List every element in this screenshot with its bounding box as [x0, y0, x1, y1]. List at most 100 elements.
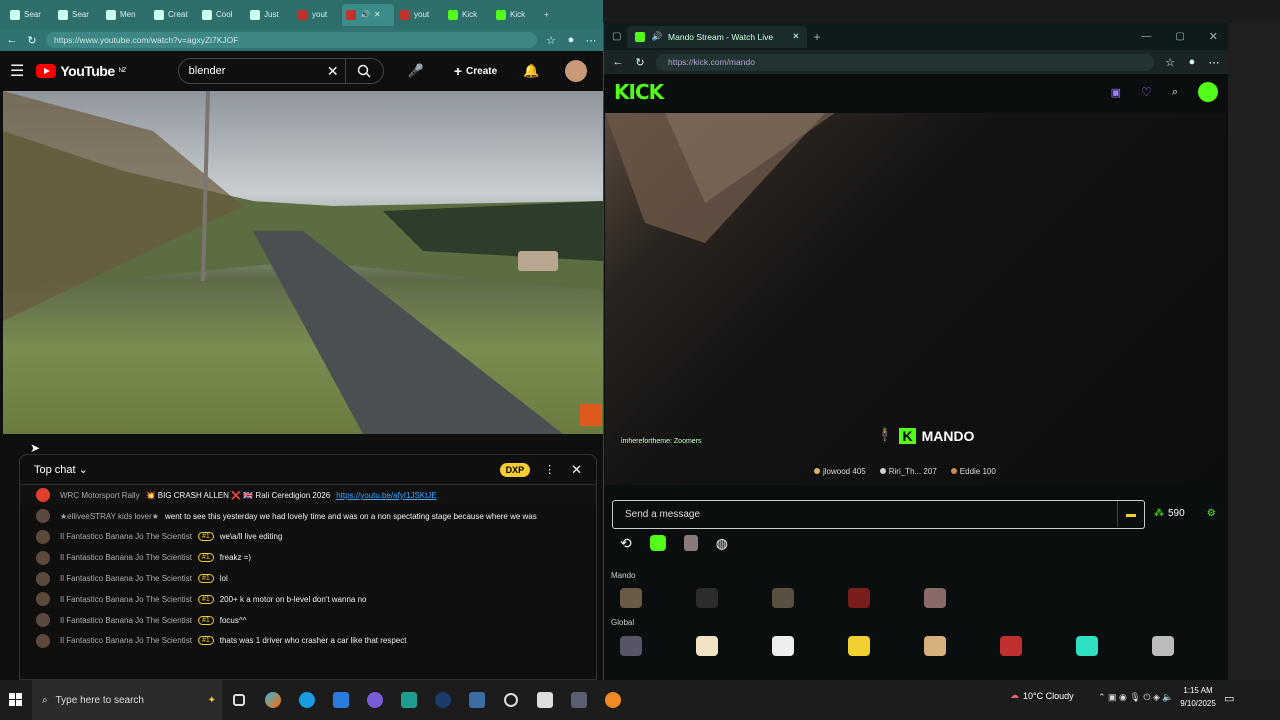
- taskbar-clock[interactable]: 1:15 AM 9/10/2025: [1176, 684, 1220, 710]
- kick-video-player[interactable]: imherefortheme: Zoomers 🕴 K MANDO: [605, 113, 1225, 485]
- chat-message[interactable]: Il Fantastico Banana Jo The Scientist #1 f…: [20, 547, 596, 568]
- tab-1[interactable]: Sear: [6, 4, 52, 26]
- emote-item[interactable]: [924, 636, 946, 656]
- top-chat-dropdown[interactable]: Top chat ⌄: [34, 463, 88, 476]
- kick-emotes-tab-icon[interactable]: [649, 535, 666, 551]
- emote-item[interactable]: [620, 636, 642, 656]
- recent-emotes-icon[interactable]: ⟲: [620, 535, 632, 552]
- tab-actions-icon[interactable]: ▢: [612, 31, 621, 42]
- emote-picker-button[interactable]: ▬: [1117, 501, 1144, 527]
- window-close-icon[interactable]: ✕: [1209, 30, 1218, 43]
- profile-icon[interactable]: ●: [565, 34, 577, 46]
- taskbar-search[interactable]: ⌕ Type here to search ✦: [32, 680, 222, 720]
- youtube-logo[interactable]: YouTube NZ: [36, 63, 126, 79]
- create-button[interactable]: + Create: [454, 63, 497, 79]
- avatar[interactable]: [36, 613, 50, 628]
- emote-item[interactable]: [1000, 636, 1022, 656]
- tab-3[interactable]: Men: [102, 4, 148, 26]
- emote-item[interactable]: [696, 636, 718, 656]
- tab-6[interactable]: Just: [246, 4, 292, 26]
- avatar[interactable]: [1198, 82, 1218, 102]
- maximize-icon[interactable]: ▢: [1175, 31, 1184, 42]
- settings-gear-icon[interactable]: ⚙: [1207, 508, 1216, 519]
- app-icon-chat[interactable]: [562, 680, 596, 720]
- profile-icon[interactable]: ●: [1186, 56, 1198, 68]
- emote-item[interactable]: [1076, 636, 1098, 656]
- task-view-icon[interactable]: [222, 680, 256, 720]
- minimize-icon[interactable]: —: [1141, 31, 1151, 42]
- clear-search-icon[interactable]: ✕: [327, 63, 339, 80]
- avatar[interactable]: [36, 509, 50, 524]
- speaker-icon[interactable]: 🔊: [651, 31, 662, 42]
- avatar[interactable]: [36, 529, 50, 544]
- avatar[interactable]: [36, 550, 50, 565]
- emote-item[interactable]: [696, 588, 718, 608]
- favorites-icon[interactable]: ☆: [545, 34, 557, 47]
- microphone-icon[interactable]: 🎤: [408, 63, 424, 79]
- channel-emotes-tab-icon[interactable]: [683, 535, 698, 551]
- emote-item[interactable]: [1152, 636, 1174, 656]
- emote-item[interactable]: [848, 588, 870, 608]
- emote-item[interactable]: [620, 588, 642, 608]
- more-options-icon[interactable]: ⋮: [544, 463, 555, 476]
- tab-active-youtube[interactable]: 🔊 ✕: [342, 3, 394, 26]
- leaderboard-entry[interactable]: Riri_Th... 207: [879, 467, 937, 476]
- app-icon-white[interactable]: [528, 680, 562, 720]
- app-icon-teal[interactable]: [392, 680, 426, 720]
- leaderboard-entry[interactable]: Eddie 100: [950, 467, 996, 476]
- emote-item[interactable]: [772, 588, 794, 608]
- start-button[interactable]: [0, 680, 32, 720]
- tab-4[interactable]: Creat: [150, 4, 196, 26]
- obs-icon[interactable]: [494, 680, 528, 720]
- system-tray-icons[interactable]: ⌃ ▣ ◉ 🎙 ⏻ ◈ 🔈: [1098, 692, 1174, 703]
- youtube-video-player[interactable]: [3, 91, 603, 434]
- chat-author[interactable]: WRC Motorsport Rally: [60, 491, 140, 500]
- chat-author[interactable]: Il Fantastico Banana Jo The Scientist: [60, 574, 192, 583]
- right-url-field[interactable]: https://kick.com/mando: [656, 53, 1154, 71]
- tab-9[interactable]: yout: [396, 4, 442, 26]
- reload-icon[interactable]: ↻: [634, 56, 646, 69]
- points-badge[interactable]: DXP: [499, 462, 531, 477]
- chat-message[interactable]: Il Fantastico Banana Jo The Scientist #1 t…: [20, 631, 596, 652]
- notifications-icon[interactable]: ▭: [1224, 692, 1234, 705]
- search-input[interactable]: blender ✕: [177, 58, 384, 84]
- avatar[interactable]: [36, 592, 50, 607]
- chat-message[interactable]: Il Fantastico Banana Jo The Scientist #1 f…: [20, 610, 596, 631]
- file-explorer-icon[interactable]: [324, 680, 358, 720]
- chat-author[interactable]: Il Fantastico Banana Jo The Scientist: [60, 532, 192, 541]
- reload-icon[interactable]: ↻: [26, 34, 38, 47]
- more-menu-icon[interactable]: ⋯: [1208, 56, 1220, 69]
- tab-kick-mando[interactable]: 🔊 Mando Stream - Watch Live ✕: [627, 25, 808, 48]
- chat-message[interactable]: Il Fantastico Banana Jo The Scientist #1 2…: [20, 589, 596, 610]
- chat-author[interactable]: ★elliveeSTRAY kids lover★: [60, 512, 159, 521]
- copilot-icon[interactable]: [256, 680, 290, 720]
- favorites-icon[interactable]: ☆: [1164, 56, 1176, 69]
- tab-10[interactable]: Kick: [444, 4, 490, 26]
- search-icon[interactable]: ⌕: [1172, 86, 1178, 99]
- notifications-bell-icon[interactable]: 🔔: [523, 63, 539, 79]
- tab-7[interactable]: yout: [294, 4, 340, 26]
- chat-message[interactable]: ★elliveeSTRAY kids lover★ went to see thi…: [20, 506, 596, 527]
- leaderboard-entry[interactable]: jlowood 405: [814, 467, 866, 476]
- avatar[interactable]: [36, 488, 50, 503]
- edge-icon[interactable]: [290, 680, 324, 720]
- avatar[interactable]: [565, 60, 588, 82]
- chat-author[interactable]: Il Fantastico Banana Jo The Scientist: [60, 636, 192, 645]
- back-icon[interactable]: ←: [6, 34, 18, 46]
- channel-points[interactable]: ⁂ 590 ⚙: [1154, 508, 1216, 519]
- pinned-message[interactable]: WRC Motorsport Rally 💥 BIG CRASH ALLEN ❌ …: [20, 485, 596, 506]
- new-tab-button[interactable]: +: [540, 4, 560, 26]
- chat-author[interactable]: Il Fantastico Banana Jo The Scientist: [60, 616, 192, 625]
- browser-app-icon[interactable]: [358, 680, 392, 720]
- emote-item[interactable]: [848, 636, 870, 656]
- browse-icon[interactable]: ▣: [1111, 86, 1121, 99]
- avatar[interactable]: [36, 633, 50, 648]
- chat-message-input[interactable]: Send a message ▬: [612, 500, 1145, 529]
- chat-message[interactable]: Il Fantastico Banana Jo The Scientist #1 l…: [20, 568, 596, 589]
- chat-link[interactable]: https://youtu.be/afyI1JSKtJE: [336, 491, 437, 500]
- hamburger-menu-icon[interactable]: ☰: [10, 61, 24, 81]
- blender-icon[interactable]: [596, 680, 630, 720]
- more-menu-icon[interactable]: ⋯: [585, 34, 597, 47]
- avatar[interactable]: [36, 571, 50, 586]
- chat-author[interactable]: Il Fantastico Banana Jo The Scientist: [60, 553, 192, 562]
